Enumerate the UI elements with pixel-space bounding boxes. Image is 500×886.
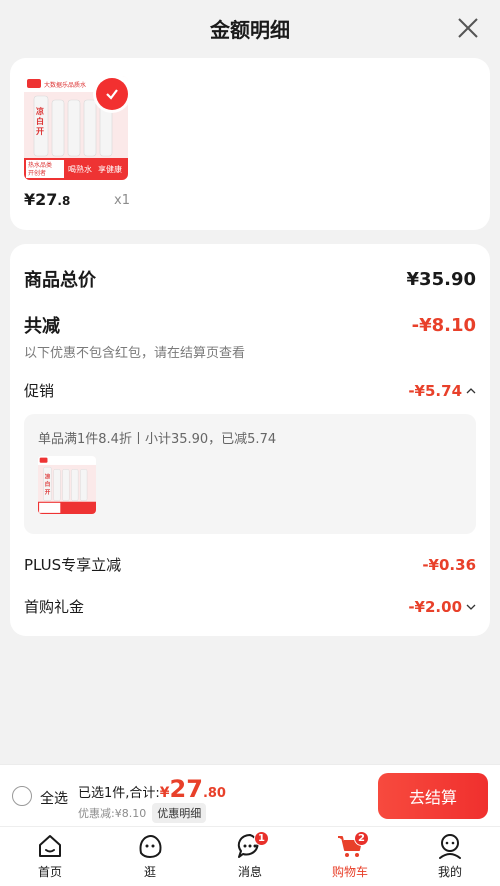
plus-row: PLUS专享立减 -¥0.36 bbox=[24, 554, 476, 575]
plus-value: -¥0.36 bbox=[422, 555, 476, 574]
profile-icon bbox=[439, 834, 461, 859]
product-price: ¥27.8 bbox=[24, 190, 71, 209]
header: 金额明细 bbox=[0, 0, 500, 56]
discount-detail-button[interactable]: 优惠明细 bbox=[152, 803, 207, 823]
reduce-label: 共减 bbox=[24, 316, 60, 337]
svg-text:凉: 凉 bbox=[36, 106, 44, 116]
message-badge: 1 bbox=[254, 831, 269, 846]
banner-text: 大数据乐品质水 bbox=[44, 81, 86, 89]
selected-check-icon[interactable] bbox=[96, 78, 128, 110]
promo-label: 促销 bbox=[24, 382, 55, 400]
first-purchase-label: 首购礼金 bbox=[24, 598, 85, 616]
browse-icon bbox=[139, 835, 162, 859]
promo-row[interactable]: 促销 -¥5.74 bbox=[24, 380, 476, 401]
svg-text:享健康: 享健康 bbox=[98, 164, 122, 174]
reduce-value: -¥8.10 bbox=[411, 314, 476, 336]
tab-profile[interactable]: 我的 bbox=[410, 831, 490, 886]
total-row: 商品总价 ¥35.90 bbox=[24, 266, 476, 292]
selected-text: 已选1件,合计: bbox=[78, 786, 160, 801]
first-purchase-value: -¥2.00 bbox=[408, 597, 462, 616]
total-value: ¥35.90 bbox=[406, 268, 476, 290]
home-icon bbox=[39, 835, 61, 857]
select-all-radio[interactable] bbox=[12, 786, 32, 806]
checkout-button[interactable]: 去结算 bbox=[378, 773, 488, 819]
product-card: 大数据乐品质水 凉 白 开 热水品类 开创者 喝熟水 享健康 ¥27.8 x1 bbox=[10, 58, 490, 230]
promo-product-thumbnail: 凉 白 开 bbox=[38, 456, 96, 514]
total-amount-int: 27 bbox=[169, 775, 203, 803]
tab-home-label: 首页 bbox=[37, 865, 62, 879]
cart-badge: 2 bbox=[354, 831, 369, 846]
tab-cart[interactable]: 2 购物车 bbox=[310, 831, 390, 886]
discount-text: 优惠减:¥8.10 bbox=[78, 807, 147, 820]
product-quantity: x1 bbox=[114, 193, 130, 208]
page-title: 金额明细 bbox=[210, 17, 290, 42]
svg-text:开创者: 开创者 bbox=[28, 169, 46, 177]
svg-text:热水品类: 热水品类 bbox=[28, 161, 52, 169]
svg-text:喝熟水: 喝熟水 bbox=[68, 164, 92, 174]
chevron-up-icon bbox=[466, 387, 476, 393]
tab-home[interactable]: 首页 bbox=[10, 831, 90, 886]
tab-cart-label: 购物车 bbox=[331, 865, 368, 879]
total-label: 商品总价 bbox=[24, 270, 96, 291]
tab-message-label: 消息 bbox=[237, 865, 262, 879]
select-all-label[interactable]: 全选 bbox=[40, 788, 68, 808]
plus-label: PLUS专享立减 bbox=[24, 556, 122, 574]
chevron-down-icon bbox=[466, 604, 476, 610]
reduce-row: 共减 -¥8.10 bbox=[24, 312, 476, 338]
total-summary: 已选1件,合计: ¥ 27 .80 bbox=[78, 775, 226, 803]
total-amount-dec: .80 bbox=[202, 786, 226, 801]
checkout-bar: 全选 已选1件,合计: ¥ 27 .80 优惠减:¥8.10 优惠明细 去结算 bbox=[0, 764, 500, 826]
tab-browse-label: 逛 bbox=[143, 865, 156, 879]
tab-profile-label: 我的 bbox=[437, 865, 462, 879]
tab-bar: 首页 逛 1 消息 2 购物车 我的 bbox=[0, 826, 500, 886]
tab-message[interactable]: 1 消息 bbox=[210, 831, 290, 886]
reduce-note: 以下优惠不包含红包，请在结算页查看 bbox=[24, 346, 246, 361]
tab-browse[interactable]: 逛 bbox=[110, 831, 190, 886]
promo-value: -¥5.74 bbox=[408, 381, 462, 400]
first-purchase-value-wrap[interactable]: -¥2.00 bbox=[408, 598, 476, 616]
first-purchase-row[interactable]: 首购礼金 -¥2.00 bbox=[24, 596, 476, 617]
svg-text:开: 开 bbox=[36, 127, 44, 136]
svg-text:白: 白 bbox=[36, 116, 44, 126]
promo-description: 单品满1件8.4折丨小计35.90，已减5.74 bbox=[38, 432, 277, 447]
close-icon[interactable] bbox=[454, 14, 482, 42]
discount-summary: 优惠减:¥8.10 优惠明细 bbox=[78, 803, 207, 823]
total-currency: ¥ bbox=[159, 785, 170, 801]
promo-value-wrap[interactable]: -¥5.74 bbox=[408, 382, 476, 400]
price-detail-card: 商品总价 ¥35.90 共减 -¥8.10 以下优惠不包含红包，请在结算页查看 … bbox=[10, 244, 490, 636]
promo-detail-box: 单品满1件8.4折丨小计35.90，已减5.74 凉 白 开 bbox=[24, 414, 476, 534]
